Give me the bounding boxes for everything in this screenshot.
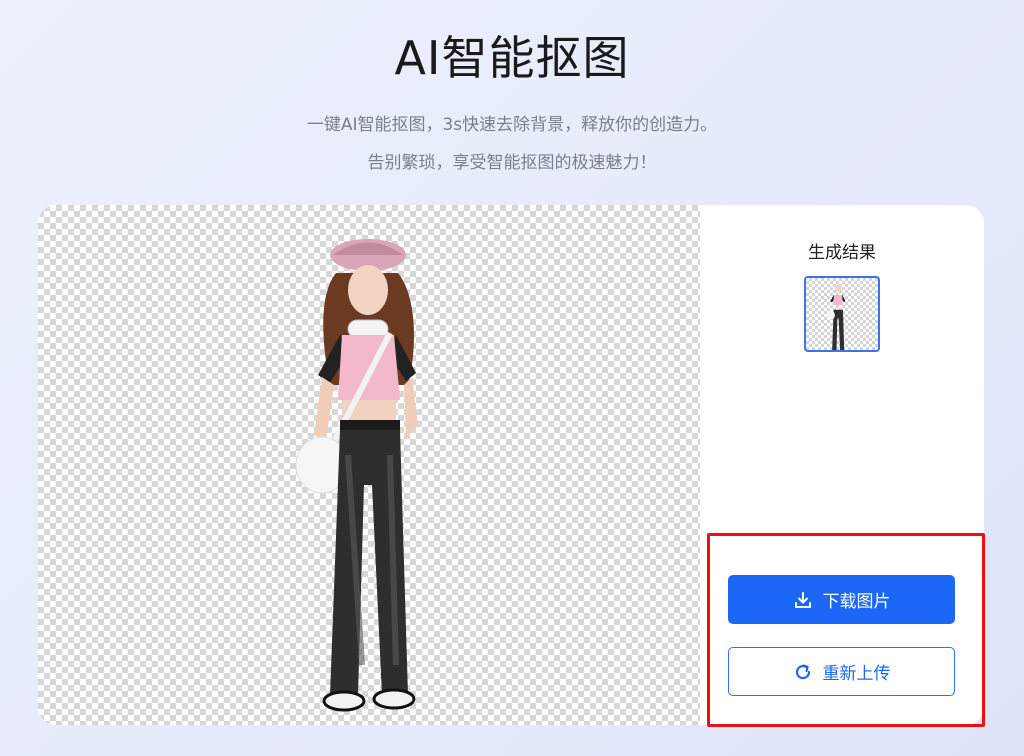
page-subtitle-line1: 一键AI智能抠图，3s快速去除背景，释放你的创造力。 (306, 115, 718, 135)
result-thumbnail[interactable] (804, 276, 880, 352)
reupload-button[interactable]: 重新上传 (728, 647, 955, 696)
cutout-person-thumbnail (826, 284, 846, 350)
action-highlight-box (707, 533, 985, 727)
reupload-button-label: 重新上传 (822, 664, 891, 683)
cutout-preview (38, 205, 700, 725)
download-button[interactable]: 下载图片 (728, 575, 955, 624)
cutout-person-image (295, 239, 418, 712)
page-title: AI智能抠图 (394, 31, 630, 85)
refresh-icon (795, 663, 810, 679)
download-button-label: 下载图片 (822, 592, 891, 611)
result-title: 生成结果 (808, 243, 876, 263)
page-subtitle-line2: 告别繁琐，享受智能抠图的极速魅力！ (367, 153, 657, 173)
download-icon (794, 591, 811, 608)
